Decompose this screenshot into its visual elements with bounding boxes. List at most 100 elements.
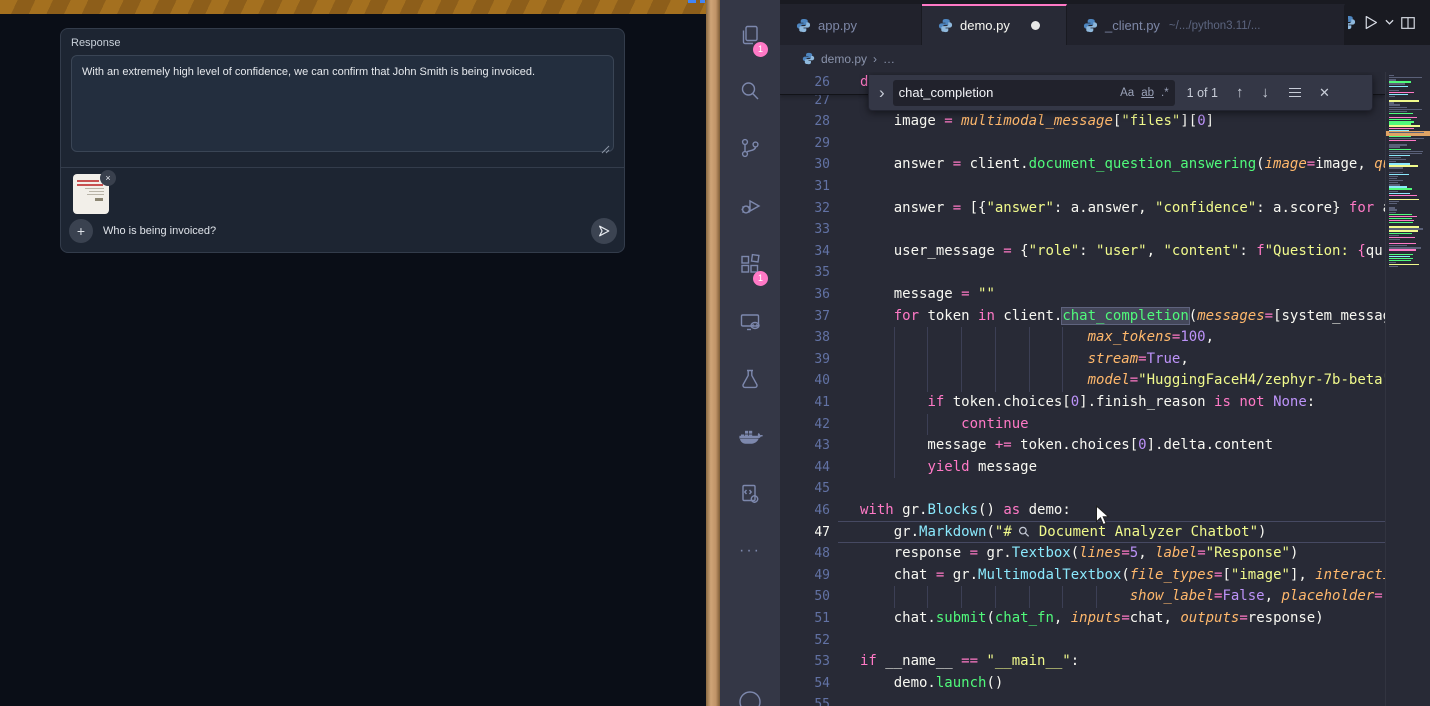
split-editor-icon[interactable] [1400,15,1416,31]
pane-divider[interactable] [706,0,720,706]
line-number: 38 [780,327,830,349]
regex-toggle[interactable]: .* [1161,87,1169,99]
code-line[interactable]: 52 [780,630,1385,652]
code-line[interactable]: 43 message += token.choices[0].delta.con… [780,435,1385,457]
explorer-files-icon[interactable]: 1 [720,13,780,57]
breadcrumb-separator: › [873,52,877,66]
code-line[interactable]: 28 image = multimodal_message["files"][0… [780,111,1385,133]
match-case-toggle[interactable]: Aa [1120,87,1134,99]
tab-client-py[interactable]: _client.py ~/.../python3.11/... [1067,4,1345,45]
add-file-button[interactable]: + [69,219,93,243]
code-line[interactable]: 49 chat = gr.MultimodalTextbox(file_type… [780,565,1385,587]
whole-word-toggle[interactable]: ab [1141,87,1154,99]
tab-demo-py[interactable]: demo.py [922,4,1067,45]
remote-explorer-icon[interactable] [720,300,780,344]
remove-attachment-button[interactable]: × [100,170,116,186]
code-line[interactable]: 30 answer = client.document_question_ans… [780,154,1385,176]
line-number: 29 [780,133,830,155]
code-line[interactable]: 31 [780,176,1385,198]
line-number: 34 [780,241,830,263]
code-line[interactable]: 50 show_label=False, placeholder= [780,586,1385,608]
extensions-icon[interactable]: 1 [720,242,780,286]
line-number: 28 [780,111,830,133]
resize-grip-icon[interactable] [601,145,610,154]
code-line[interactable]: 47 gr.Markdown("# ⚲ Document Analyzer Ch… [780,522,1385,544]
code-line[interactable]: 35 [780,262,1385,284]
code-line[interactable]: 29 [780,133,1385,155]
line-number: 31 [780,176,830,198]
line-number: 52 [780,630,830,652]
code-line[interactable]: 46with gr.Blocks() as demo: [780,500,1385,522]
code-line[interactable]: 37 for token in client.chat_completion(m… [780,306,1385,328]
code-line[interactable]: 32 answer = [{"answer": a.answer, "confi… [780,198,1385,220]
line-number: 47 [780,522,830,544]
send-button[interactable] [591,218,617,244]
breadcrumb-file[interactable]: demo.py [821,52,867,66]
find-next-icon[interactable]: ↓ [1261,84,1269,101]
code-line[interactable]: 45 [780,478,1385,500]
code-line[interactable]: 55 [780,694,1385,706]
response-card: Response × + Who is being invoiced? [60,28,625,253]
tab-label: app.py [818,18,857,33]
code-line[interactable]: 38 max_tokens=100, [780,327,1385,349]
run-debug-icon[interactable] [720,184,780,228]
more-ellipsis-icon[interactable]: ··· [720,529,780,573]
find-in-selection-icon[interactable] [1289,92,1301,94]
code-line[interactable]: 34 user_message = {"role": "user", "cont… [780,241,1385,263]
response-textarea[interactable] [71,55,614,152]
browser-top-bar [0,0,706,14]
code-line[interactable]: 48 response = gr.Textbox(lines=5, label=… [780,543,1385,565]
line-number: 54 [780,673,830,695]
code-line[interactable]: 53if __name__ == "__main__": [780,651,1385,673]
code-line[interactable]: 54 demo.launch() [780,673,1385,695]
line-number: 50 [780,586,830,608]
code-line[interactable]: 51 chat.submit(chat_fn, inputs=chat, out… [780,608,1385,630]
find-widget: › Aa ab .* 1 of 1 ↑ ↓ ✕ [868,75,1373,111]
code-editor[interactable]: 2728 image = multimodal_message["files"]… [780,72,1385,706]
code-line[interactable]: 33 [780,219,1385,241]
code-line[interactable]: 36 message = "" [780,284,1385,306]
docker-icon[interactable] [720,415,780,459]
search-icon[interactable] [720,69,780,113]
find-result-count: 1 of 1 [1187,86,1218,100]
code-line[interactable]: 40 model="HuggingFaceH4/zephyr-7b-beta" [780,370,1385,392]
editor-lines: 2728 image = multimodal_message["files"]… [780,72,1385,706]
account-icon[interactable] [720,680,780,706]
extensions-badge: 1 [753,271,768,286]
source-control-icon[interactable] [720,126,780,170]
card-divider [61,167,624,168]
explorer-badge: 1 [753,42,768,57]
line-number: 39 [780,349,830,371]
chat-message-text[interactable]: Who is being invoiced? [103,225,216,237]
line-number: 35 [780,262,830,284]
topbar-blue-mark [688,0,696,3]
find-close-icon[interactable]: ✕ [1319,85,1330,101]
screen: Response × + Who is being invoiced? [0,0,1430,706]
code-line[interactable]: 44 yield message [780,457,1385,479]
line-number: 45 [780,478,830,500]
test-beaker-icon[interactable] [720,357,780,401]
minimap[interactable] [1385,72,1430,706]
run-icon[interactable] [1362,14,1379,31]
find-previous-icon[interactable]: ↑ [1236,84,1244,101]
python-icon [802,52,815,65]
code-line[interactable]: 39 stream=True, [780,349,1385,371]
chevron-down-icon[interactable] [1385,19,1394,26]
line-number: 36 [780,284,830,306]
tab-bar: app.py demo.py _client.py ~/.../python3.… [780,0,1430,45]
find-expand-chevron-icon[interactable]: › [879,80,885,106]
code-line[interactable]: 42 continue [780,414,1385,436]
find-input[interactable] [899,85,1113,100]
code-settings-icon[interactable] [720,472,780,516]
tab-app-py[interactable]: app.py [780,4,922,45]
modified-dot-icon[interactable] [1031,21,1040,30]
line-number: 48 [780,543,830,565]
line-number: 43 [780,435,830,457]
breadcrumb-ellipsis[interactable]: … [883,52,895,66]
line-number: 26 [780,72,830,94]
tab-label: _client.py [1105,18,1160,33]
breadcrumb[interactable]: demo.py › … [780,45,1430,72]
vscode-window: 1 1 [720,0,1430,706]
line-number: 55 [780,694,830,706]
code-line[interactable]: 41 if token.choices[0].finish_reason is … [780,392,1385,414]
